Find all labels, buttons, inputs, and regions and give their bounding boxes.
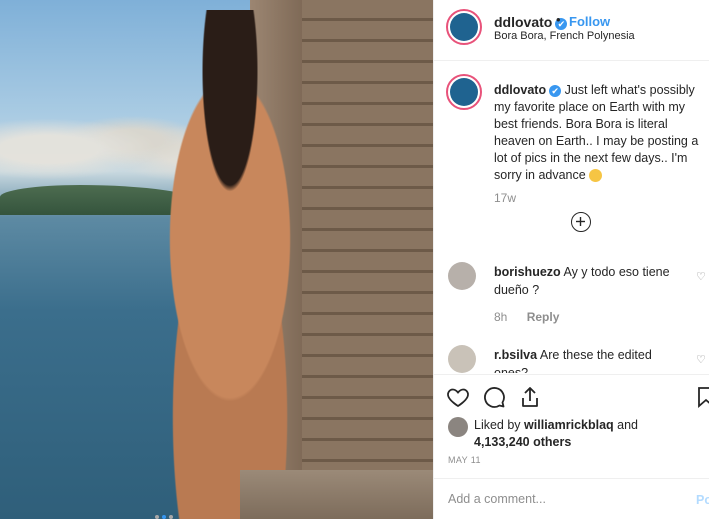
post-caption: ddlovato ✔ Just left what's possibly my f…: [494, 82, 706, 184]
post-date[interactable]: MAY 11: [448, 455, 481, 465]
comment-meta: 8h Reply: [494, 310, 559, 324]
author-avatar[interactable]: [446, 9, 482, 45]
photo-person: [125, 10, 335, 519]
follow-button[interactable]: Follow: [569, 14, 610, 29]
comment-username[interactable]: r.bsilva: [494, 348, 537, 362]
instagram-post: ddlovato ✔ • Follow Bora Bora, French Pol…: [0, 0, 709, 519]
comment-text-block: r.bsilva Are these the edited ones?: [494, 346, 674, 373]
caption-username[interactable]: ddlovato: [494, 83, 546, 97]
likes-prefix: Liked by: [474, 418, 521, 432]
action-bar: [434, 374, 709, 417]
liker-avatar[interactable]: [448, 417, 468, 437]
likes-middle: and: [617, 418, 639, 432]
likes-count[interactable]: 4,133,240 others: [474, 435, 571, 449]
likes-summary: Liked by williamrickblaq and 4,133,240 o…: [448, 417, 708, 457]
photo-deck: [240, 470, 433, 519]
grinning-sweat-emoji-icon: [589, 169, 603, 183]
add-comment-input[interactable]: [448, 492, 668, 506]
author-username[interactable]: ddlovato: [494, 14, 552, 30]
comment-text-block: borishuezo Ay y todo eso tiene dueño ?: [494, 263, 674, 299]
carousel-dot: [169, 515, 173, 519]
comment-like-heart-icon[interactable]: ♡: [696, 353, 706, 366]
post-side-panel: ddlovato ✔ • Follow Bora Bora, French Pol…: [433, 0, 709, 519]
caption-timestamp[interactable]: 17w: [494, 191, 516, 205]
caption-text: Just left what's possibly my favorite pl…: [494, 83, 699, 182]
commenter-avatar[interactable]: [448, 345, 476, 373]
like-heart-icon[interactable]: [446, 385, 470, 409]
comment-like-heart-icon[interactable]: ♡: [696, 270, 706, 283]
separator-dot: •: [556, 12, 561, 27]
comment-timestamp: 8h: [494, 310, 508, 324]
plus-circle-icon[interactable]: [571, 212, 591, 232]
post-photo[interactable]: [0, 0, 433, 519]
commenter-avatar[interactable]: [448, 262, 476, 290]
reply-button[interactable]: Reply: [527, 310, 560, 324]
post-comment-button[interactable]: Post: [696, 493, 709, 507]
comment-bubble-icon[interactable]: [482, 385, 506, 409]
carousel-dot-active: [162, 515, 166, 519]
caption-author-avatar[interactable]: [446, 74, 482, 110]
comment-item: r.bsilva Are these the edited ones? ♡: [434, 343, 709, 373]
share-icon[interactable]: [518, 385, 542, 409]
post-header: ddlovato ✔ • Follow Bora Bora, French Pol…: [434, 0, 709, 61]
likes-text: Liked by williamrickblaq and 4,133,240 o…: [474, 417, 638, 451]
carousel-dot: [155, 515, 159, 519]
liker-username[interactable]: williamrickblaq: [524, 418, 614, 432]
verified-badge-icon: ✔: [549, 84, 562, 97]
carousel-indicator: [155, 506, 176, 519]
add-comment-bar: Post: [434, 478, 709, 520]
post-location[interactable]: Bora Bora, French Polynesia: [494, 30, 635, 42]
comment-username[interactable]: borishuezo: [494, 265, 561, 279]
bookmark-icon[interactable]: [698, 385, 709, 409]
